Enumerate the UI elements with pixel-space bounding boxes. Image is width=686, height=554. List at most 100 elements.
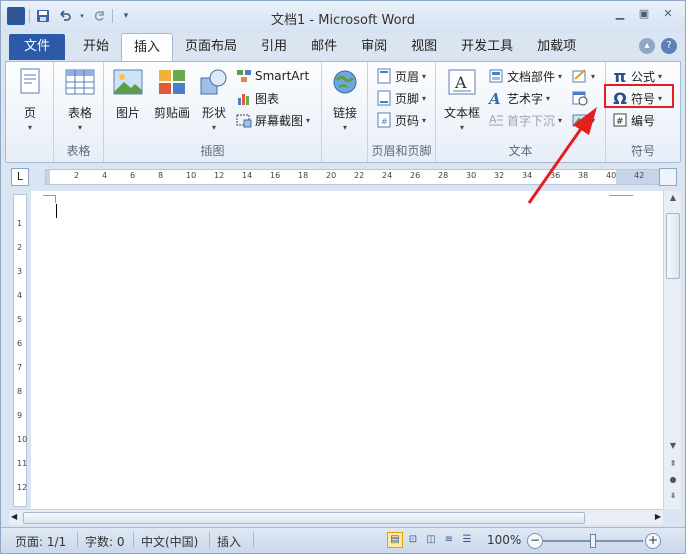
equation-label: 公式 (631, 69, 656, 84)
page-number-dropdown-icon: ▾ (422, 115, 427, 125)
tab-4[interactable]: 邮件 (299, 33, 349, 61)
svg-text:A: A (488, 90, 501, 106)
footer-label: 页脚 (395, 91, 420, 106)
status-separator (209, 532, 210, 548)
clipart-button[interactable]: 剪贴画 (152, 66, 192, 121)
view-ruler-button[interactable] (659, 168, 677, 186)
ruler-number: 10 (186, 171, 197, 180)
maximize-icon[interactable]: ▣ (635, 6, 653, 22)
pages-label: 页 (23, 106, 36, 120)
smartart-icon (236, 68, 252, 84)
table-button[interactable]: 表格 ▾ (62, 66, 98, 132)
page-number-button[interactable]: # 页码 ▾ (376, 110, 426, 130)
group-illustrations: 图片 剪贴画 形状 ▾ SmartArt 图表 屏幕截图 ▾ 插图 (104, 62, 322, 162)
outline-view-icon[interactable]: ≡ (441, 532, 457, 548)
ruler-number: 14 (242, 171, 253, 180)
chart-button[interactable]: 图表 (236, 88, 279, 108)
document-page[interactable] (31, 191, 663, 509)
picture-button[interactable]: 图片 (112, 66, 144, 121)
help-icon[interactable]: ? (661, 38, 677, 54)
zoom-level[interactable]: 100% (487, 533, 521, 547)
tab-8[interactable]: 加载项 (525, 33, 588, 61)
link-button[interactable]: 链接 ▾ (328, 66, 362, 132)
numbering-label: 编号 (631, 113, 656, 128)
vertical-ruler-number: 12 (17, 483, 28, 492)
web-layout-icon[interactable]: ◫ (423, 532, 439, 548)
chart-icon (236, 90, 252, 106)
previous-page-icon[interactable]: ⇞ (666, 459, 680, 473)
group-header-footer: 页眉 ▾ 页脚 ▾ # 页码 ▾ 页眉和页脚 (368, 62, 436, 162)
tab-2[interactable]: 页面布局 (173, 33, 249, 61)
pages-button[interactable]: 页 ▾ (14, 66, 46, 132)
ruler-number: 26 (410, 171, 421, 180)
group-label-tables: 表格 (66, 144, 91, 158)
horizontal-scroll-thumb[interactable] (23, 512, 585, 524)
page-count[interactable]: 页面: 1/1 (15, 533, 66, 550)
zoom-in-button[interactable]: + (645, 533, 661, 549)
tab-6[interactable]: 视图 (399, 33, 449, 61)
signature-line-icon (572, 68, 588, 84)
equation-button[interactable]: π 公式 ▾ (612, 66, 662, 86)
smartart-button[interactable]: SmartArt (236, 66, 309, 86)
status-separator (133, 532, 134, 548)
close-icon[interactable]: ✕ (659, 6, 677, 22)
textbox-button[interactable]: A 文本框 ▾ (442, 66, 482, 132)
shapes-button[interactable]: 形状 ▾ (198, 66, 230, 132)
quickparts-icon (488, 68, 504, 84)
table-dropdown-icon: ▾ (77, 123, 82, 132)
scroll-left-icon[interactable]: ◀ (11, 512, 17, 521)
screenshot-icon (236, 112, 252, 128)
ruler-number: 30 (466, 171, 477, 180)
clipart-icon (156, 66, 188, 98)
svg-text:A: A (454, 73, 467, 92)
ruler-number: 42 (634, 171, 645, 180)
zoom-slider-thumb[interactable] (590, 534, 596, 548)
screenshot-button[interactable]: 屏幕截图 ▾ (236, 110, 310, 130)
vertical-ruler-number: 1 (17, 219, 23, 228)
vertical-scrollbar[interactable]: ▲ ▼ ⇞ ● ⇟ (663, 191, 681, 509)
footer-button[interactable]: 页脚 ▾ (376, 88, 426, 108)
vertical-ruler-number: 11 (17, 459, 28, 468)
scroll-up-icon[interactable]: ▲ (666, 193, 680, 207)
vertical-ruler[interactable]: 1 2 3 4 5 6 7 8 9 10 11 12 (13, 194, 27, 507)
group-label-header-footer: 页眉和页脚 (371, 144, 432, 158)
tab-3[interactable]: 引用 (249, 33, 299, 61)
shapes-dropdown-icon: ▾ (211, 123, 216, 132)
vertical-scroll-thumb[interactable] (666, 213, 680, 279)
header-button[interactable]: 页眉 ▾ (376, 66, 426, 86)
ruler-number: 20 (326, 171, 337, 180)
minimize-ribbon-icon[interactable]: ▴ (639, 38, 655, 54)
print-layout-view-icon[interactable]: ▤ (387, 532, 403, 548)
horizontal-scrollbar[interactable]: ◀ ▶ (9, 509, 663, 525)
tab-0[interactable]: 开始 (71, 33, 121, 61)
vertical-ruler-number: 2 (17, 243, 23, 252)
tab-1[interactable]: 插入 (121, 33, 174, 61)
shapes-label: 形状 (201, 106, 226, 120)
word-count[interactable]: 字数: 0 (85, 533, 125, 550)
zoom-out-button[interactable]: − (527, 533, 543, 549)
vertical-ruler-number: 5 (17, 315, 23, 324)
full-screen-reading-icon[interactable]: ⊡ (405, 532, 421, 548)
next-page-icon[interactable]: ⇟ (666, 491, 680, 505)
draft-view-icon[interactable]: ☰ (459, 532, 475, 548)
vertical-ruler-number: 9 (17, 411, 23, 420)
insert-mode-status[interactable]: 插入 (217, 533, 241, 550)
ruler-number: 22 (354, 171, 365, 180)
ruler-number: 32 (494, 171, 505, 180)
vertical-ruler-number: 3 (17, 267, 23, 276)
minimize-icon[interactable]: ▁ (611, 6, 629, 22)
scroll-down-icon[interactable]: ▼ (666, 441, 680, 455)
language-status[interactable]: 中文(中国) (141, 533, 198, 550)
tab-selector[interactable]: L (11, 168, 29, 186)
picture-icon (112, 66, 144, 98)
wordart-icon: A (488, 90, 504, 106)
tab-7[interactable]: 开发工具 (449, 33, 525, 61)
pi-icon: π (613, 66, 627, 86)
quickparts-button[interactable]: 文档部件 ▾ (488, 66, 562, 86)
shapes-icon (198, 66, 230, 98)
browse-object-icon[interactable]: ● (666, 475, 680, 489)
signature-line-button[interactable]: ▾ (572, 66, 595, 86)
scroll-right-icon[interactable]: ▶ (655, 512, 661, 521)
tab-5[interactable]: 审阅 (349, 33, 399, 61)
tab-file[interactable]: 文件 (9, 34, 65, 60)
